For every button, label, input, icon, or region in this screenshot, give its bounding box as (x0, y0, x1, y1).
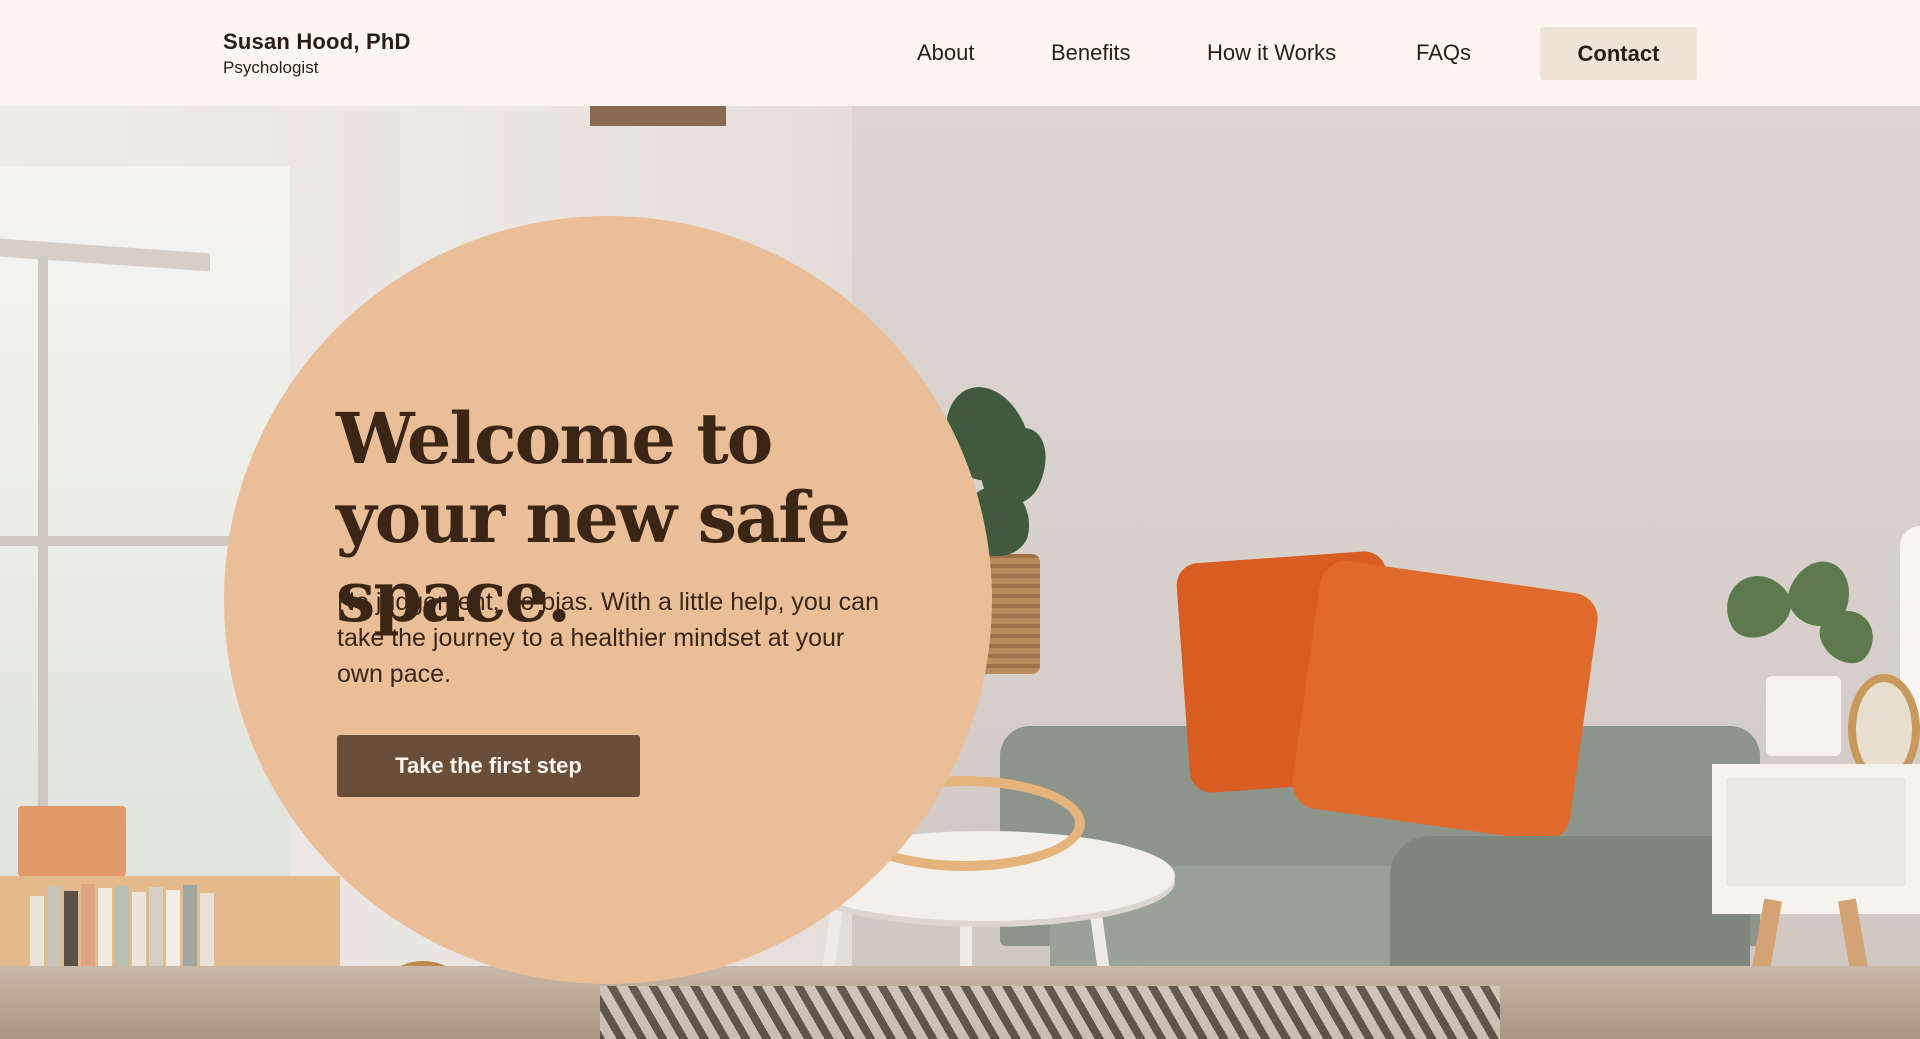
nav-link-faqs[interactable]: FAQs (1416, 40, 1471, 66)
wall-picture-frame (590, 106, 726, 126)
orange-pillow (1288, 557, 1602, 845)
brand-role: Psychologist (223, 58, 319, 77)
site-header: Susan Hood, PhD Psychologist About Benef… (0, 0, 1920, 106)
brand[interactable]: Susan Hood, PhD Psychologist (223, 29, 411, 78)
rug (600, 986, 1500, 1039)
take-first-step-button[interactable]: Take the first step (337, 735, 640, 797)
brand-name: Susan Hood, PhD (223, 29, 411, 54)
contact-button[interactable]: Contact (1540, 27, 1697, 80)
nav-link-how-it-works[interactable]: How it Works (1207, 40, 1336, 66)
nav-link-benefits[interactable]: Benefits (1051, 40, 1131, 66)
side-table (1712, 764, 1920, 914)
side-plant-pot (1766, 676, 1841, 756)
hero-subtext: No judgement, no bias. With a little hel… (337, 588, 879, 688)
nav-link-about[interactable]: About (917, 40, 975, 66)
